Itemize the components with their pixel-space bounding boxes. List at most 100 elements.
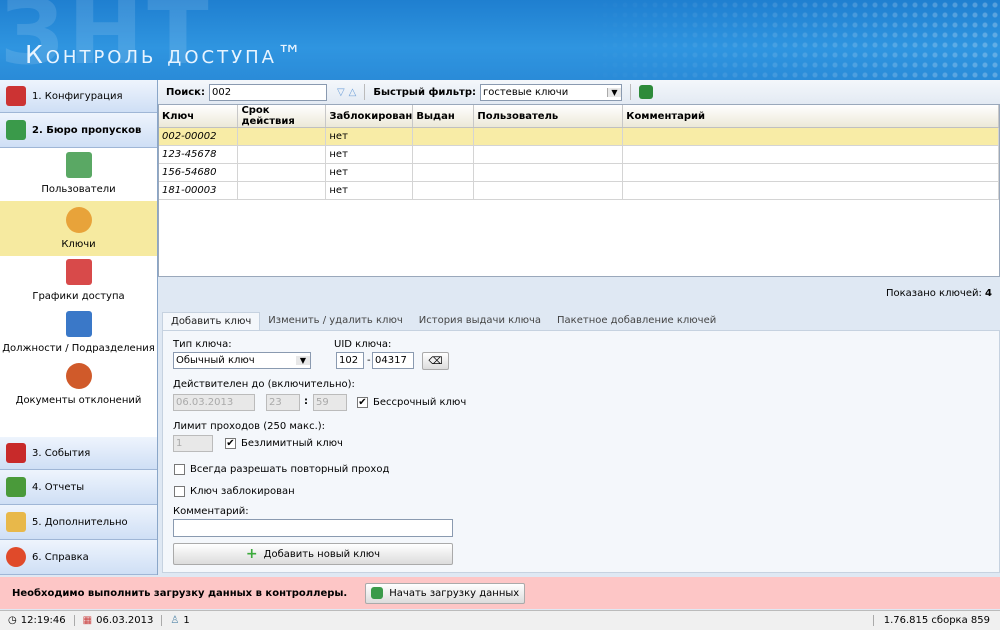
uid-label: UID ключа: [334, 339, 392, 350]
repeat-pass-checkbox[interactable] [174, 464, 185, 475]
key-type-select[interactable]: Обычный ключ ▼ [173, 352, 311, 369]
keys-count: Показано ключей: 4 [885, 288, 992, 299]
excel-export-icon[interactable] [638, 85, 653, 99]
quick-filter-select[interactable]: гостевые ключи ▼ [479, 83, 622, 101]
search-next-icon[interactable]: ▽ [337, 87, 345, 98]
search-input[interactable]: 002 [208, 83, 327, 101]
status-version: 1.76.815 сборка 859 [872, 615, 1000, 626]
subnav-users[interactable]: Пользователи [0, 148, 157, 201]
subnav-label: Документы отклонений [15, 395, 142, 406]
unlimited-passes-label: Безлимитный ключ [241, 438, 343, 449]
col-blocked[interactable]: Заблокирован [325, 105, 414, 128]
subnav-label: Графики доступа [32, 291, 125, 302]
add-key-panel: Тип ключа: Обычный ключ ▼ UID ключа: 102 … [162, 330, 1000, 573]
subnav-label: Пользователи [41, 184, 116, 195]
quick-filter-value: гостевые ключи [482, 86, 569, 98]
org-chart-icon [65, 311, 92, 337]
table-row[interactable]: 181-00003 нет [159, 181, 999, 200]
key-type-label: Тип ключа: [173, 339, 232, 350]
users-icon [65, 152, 92, 178]
id-card-icon [6, 120, 26, 140]
uid-part2-input[interactable]: 04317 [372, 352, 414, 369]
eraser-icon: ⌫ [428, 355, 443, 367]
main-area: Поиск: 002 ▽ △ Быстрый фильтр: гостевые … [158, 80, 1000, 575]
search-label: Поиск: [166, 86, 205, 98]
clear-uid-button[interactable]: ⌫ [422, 352, 449, 370]
plus-icon: + [245, 546, 258, 562]
unlimited-time-checkbox[interactable]: ✔ [357, 397, 368, 408]
calendar-icon: ▦ [82, 615, 93, 626]
minute-spinner[interactable]: 59 [313, 394, 347, 411]
subnav-label: Должности / Подразделения [2, 343, 155, 354]
calendar-icon [65, 259, 92, 285]
keys-table: Ключ Срок действия Заблокирован Выдан По… [158, 104, 1000, 277]
nav-pass-office[interactable]: 2. Бюро пропусков [0, 113, 157, 148]
chart-icon [6, 477, 26, 497]
tab-batch-add[interactable]: Пакетное добавление ключей [549, 312, 724, 330]
subnav-keys[interactable]: Ключи [0, 201, 157, 256]
tab-add-key[interactable]: Добавить ключ [162, 312, 261, 330]
app-header: ЗНТ Контроль доступа™ [0, 0, 1000, 80]
quick-filter-label: Быстрый фильтр: [373, 86, 476, 98]
time-separator: : [304, 396, 308, 407]
col-issued[interactable]: Выдан [412, 105, 475, 128]
journal-icon [6, 443, 26, 463]
app-title: Контроль доступа™ [25, 40, 305, 69]
limit-spinner[interactable]: 1 [173, 435, 213, 452]
col-key[interactable]: Ключ [159, 105, 239, 128]
subnav-schedules[interactable]: Графики доступа [0, 256, 157, 308]
tab-bar: Добавить ключ Изменить / удалить ключ Ис… [162, 312, 724, 330]
nav-events[interactable]: 3. События [0, 437, 157, 470]
table-row[interactable]: 156-54680 нет [159, 163, 999, 182]
date-picker[interactable]: 06.03.2013 [173, 394, 255, 411]
nav-label: 1. Конфигурация [32, 90, 123, 102]
nav-label: 3. События [32, 447, 91, 459]
key-icon [65, 207, 92, 233]
status-date: ▦ 06.03.2013 [75, 615, 163, 626]
subnav-positions[interactable]: Должности / Подразделения [0, 308, 157, 360]
comment-label: Комментарий: [173, 506, 249, 517]
nav-help[interactable]: 6. Справка [0, 540, 157, 575]
toolbar: Поиск: 002 ▽ △ Быстрый фильтр: гостевые … [158, 80, 1000, 104]
limit-label: Лимит проходов (250 макс.): [173, 421, 326, 432]
repeat-pass-label: Всегда разрешать повторный проход [190, 464, 390, 475]
nav-label: 4. Отчеты [32, 481, 85, 493]
subnav-deviation-docs[interactable]: Документы отклонений [0, 360, 157, 412]
upload-icon [371, 587, 384, 599]
help-icon [6, 547, 26, 567]
nav-label: 5. Дополнительно [32, 516, 128, 528]
key-blocked-checkbox[interactable] [174, 486, 185, 497]
alarm-clock-icon [65, 363, 92, 389]
nav-label: 6. Справка [32, 551, 89, 563]
unlimited-time-label: Бессрочный ключ [373, 397, 467, 408]
status-bar: ◷ 12:19:46 ▦ 06.03.2013 ♙ 1 1.76.815 сборка… [0, 610, 1000, 630]
comment-input[interactable] [173, 519, 453, 537]
clock-icon: ◷ [8, 615, 17, 626]
hour-spinner[interactable]: 23 [266, 394, 300, 411]
nav-label: 2. Бюро пропусков [32, 124, 142, 136]
search-prev-icon[interactable]: △ [349, 87, 357, 98]
col-user[interactable]: Пользователь [473, 105, 624, 128]
nav-configuration[interactable]: 1. Конфигурация [0, 80, 157, 113]
tab-edit-key[interactable]: Изменить / удалить ключ [260, 312, 410, 330]
envelope-icon [6, 512, 26, 532]
col-validity[interactable]: Срок действия [237, 105, 327, 128]
status-users: ♙ 1 [170, 615, 190, 626]
start-upload-label: Начать загрузку данных [389, 587, 520, 599]
unlimited-passes-checkbox[interactable]: ✔ [225, 438, 236, 449]
nav-reports[interactable]: 4. Отчеты [0, 470, 157, 505]
user-icon: ♙ [170, 615, 180, 626]
table-row[interactable]: 123-45678 нет [159, 145, 999, 164]
nav-additional[interactable]: 5. Дополнительно [0, 505, 157, 540]
table-header: Ключ Срок действия Заблокирован Выдан По… [159, 105, 999, 128]
alert-bar: Необходимо выполнить загрузку данных в к… [0, 577, 1000, 609]
start-upload-button[interactable]: Начать загрузку данных [365, 582, 526, 604]
table-row[interactable]: 002-00002 нет [159, 127, 999, 146]
valid-until-label: Действителен до (включительно): [173, 379, 355, 390]
tab-key-history[interactable]: История выдачи ключа [411, 312, 549, 330]
col-comment[interactable]: Комментарий [622, 105, 999, 128]
uid-part1-input[interactable]: 102 [336, 352, 364, 369]
add-key-button[interactable]: + Добавить новый ключ [173, 543, 453, 565]
sidebar: 1. Конфигурация 2. Бюро пропусков Пользо… [0, 80, 158, 575]
key-blocked-label: Ключ заблокирован [190, 486, 295, 497]
